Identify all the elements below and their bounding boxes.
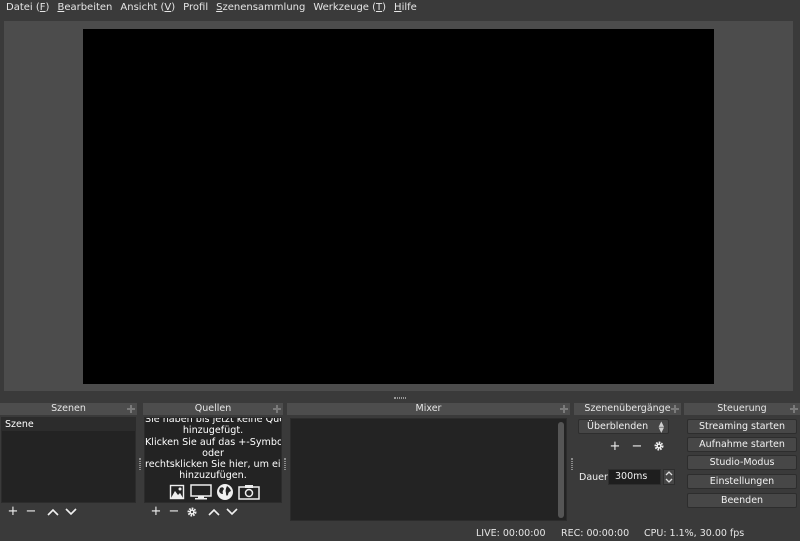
menu-label-part: Ansicht ( [120,2,165,13]
stepper-arrows-icon [665,471,673,483]
controls-dock-body: Streaming starten Aufnahme starten Studi… [685,417,799,523]
splitter-handle[interactable] [394,397,406,399]
mixer-dock: Mixer [287,403,570,523]
menu-label-part: ilfe [401,2,417,13]
menu-item[interactable]: Ansicht (V) [116,0,179,16]
preview-area [4,21,793,391]
hint-line: hinzuzufügen. [179,470,247,482]
hint-line: Klicken Sie auf das +-Symbol [145,436,282,448]
settings-button[interactable]: Einstellungen [687,474,797,489]
source-properties-button[interactable] [183,504,201,519]
menu-label-part: Profil [183,2,209,13]
hint-line: Sie haben bis jetzt keine Quellen [145,417,281,425]
duration-label: Dauer [579,472,608,483]
menu-item[interactable]: Datei (F) [2,0,53,16]
display-capture-icon [190,483,212,501]
start-streaming-button[interactable]: Streaming starten [687,419,797,434]
browser-source-icon [214,483,236,501]
mixer-panel [290,418,567,521]
remove-transition-button[interactable]: − [628,439,646,454]
dock-resize-handle[interactable] [284,458,286,470]
dock-resize-handle[interactable] [139,458,141,470]
sources-toolbar: + − [144,503,282,520]
mixer-dock-body [288,417,569,523]
controls-dock: Steuerung Streaming starten Aufnahme sta… [684,403,800,523]
menu-label-part: Werkzeuge ( [313,2,377,13]
menu-item[interactable]: Hilfe [390,0,421,16]
dock-float-icon[interactable] [560,405,568,413]
status-bar: LIVE: 00:00:00 REC: 00:00:00 CPU: 1.1%, … [0,527,800,541]
move-scene-down-button[interactable] [62,504,80,519]
transition-properties-button[interactable] [650,439,668,454]
scenes-toolbar: + − [1,503,136,520]
menu-bar: Datei (F) Bearbeiten Ansicht (V) Profil Szen… [0,0,800,16]
image-source-icon [166,483,188,501]
rec-timer: REC: 00:00:00 [561,528,630,539]
dock-float-icon[interactable] [127,405,135,413]
dock-resize-handle[interactable] [571,458,573,470]
sources-dock-body: Sie haben bis jetzt keine Quellen hinzug… [144,417,282,523]
live-timer: LIVE: 00:00:00 [476,528,546,539]
preview-canvas[interactable] [83,29,714,384]
move-scene-up-button[interactable] [44,504,62,519]
sources-dock-title: Quellen [143,403,283,415]
camera-source-icon [238,483,260,501]
hint-line: rechtsklicken Sie hier, um eine [145,459,282,471]
menu-label-part: ) [171,2,176,13]
menu-label-part: ) [45,2,50,13]
scene-item[interactable]: Szene [2,418,135,431]
menu-label-part: Datei ( [6,2,40,13]
dock-float-icon[interactable] [273,405,281,413]
dock-float-icon[interactable] [790,405,798,413]
move-source-up-button[interactable] [205,504,223,519]
chevron-down-icon [226,507,238,515]
controls-dock-title: Steuerung [684,403,800,415]
source-type-icons [145,483,281,501]
scenes-dock-title: Szenen [0,403,137,415]
cpu-fps: CPU: 1.1%, 30.00 fps [644,528,745,539]
chevron-down-icon [65,507,77,515]
gear-icon [654,441,664,451]
menu-label-part: zenensammlung [222,2,306,13]
menu-item[interactable]: Werkzeuge (T) [309,0,390,16]
transition-select-value: Überblenden [587,421,649,432]
select-arrows-icon: ▲ ▼ [658,420,664,434]
transitions-dock-title: Szenenübergänge [574,403,681,415]
scenes-dock-body: Szene + − [1,417,136,523]
hint-line: oder [202,447,224,459]
sources-list[interactable]: Sie haben bis jetzt keine Quellen hinzug… [144,417,282,503]
duration-input[interactable]: 300ms [608,469,661,485]
chevron-up-icon [208,508,220,516]
duration-stepper[interactable] [663,469,675,485]
hint-line: hinzugefügt. [182,425,244,437]
scenes-dock: Szenen Szene + − [0,403,137,523]
chevron-up-icon [47,508,59,516]
move-source-down-button[interactable] [223,504,241,519]
add-scene-button[interactable]: + [4,504,22,519]
menu-item[interactable]: Szenensammlung [212,0,309,16]
studio-mode-button[interactable]: Studio-Modus [687,455,797,470]
sources-dock: Quellen Sie haben bis jetzt keine Quelle… [143,403,283,523]
dock-float-icon[interactable] [671,405,679,413]
menu-label-part: earbeiten [64,2,113,13]
menu-label-part: ) [382,2,387,13]
transition-select[interactable]: Überblenden ▲ ▼ [578,419,669,434]
transitions-dock: Szenenübergänge Überblenden ▲ ▼ + − Dauer… [574,403,681,523]
exit-button[interactable]: Beenden [687,493,797,508]
remove-source-button[interactable]: − [165,504,183,519]
sources-empty-hint: Sie haben bis jetzt keine Quellen hinzug… [145,417,282,482]
menu-item[interactable]: Profil [179,0,212,16]
mixer-dock-title: Mixer [287,403,570,415]
mixer-scrollbar[interactable] [558,422,564,518]
transitions-dock-body: Überblenden ▲ ▼ + − Dauer 300ms [575,417,680,523]
scenes-list[interactable]: Szene [1,417,136,503]
menu-accelerator: H [394,2,402,13]
start-recording-button[interactable]: Aufnahme starten [687,437,797,452]
menu-item[interactable]: Bearbeiten [53,0,116,16]
add-transition-button[interactable]: + [606,439,624,454]
remove-scene-button[interactable]: − [22,504,40,519]
transition-tools: + − [606,438,668,454]
add-source-button[interactable]: + [147,504,165,519]
gear-icon [187,506,197,517]
